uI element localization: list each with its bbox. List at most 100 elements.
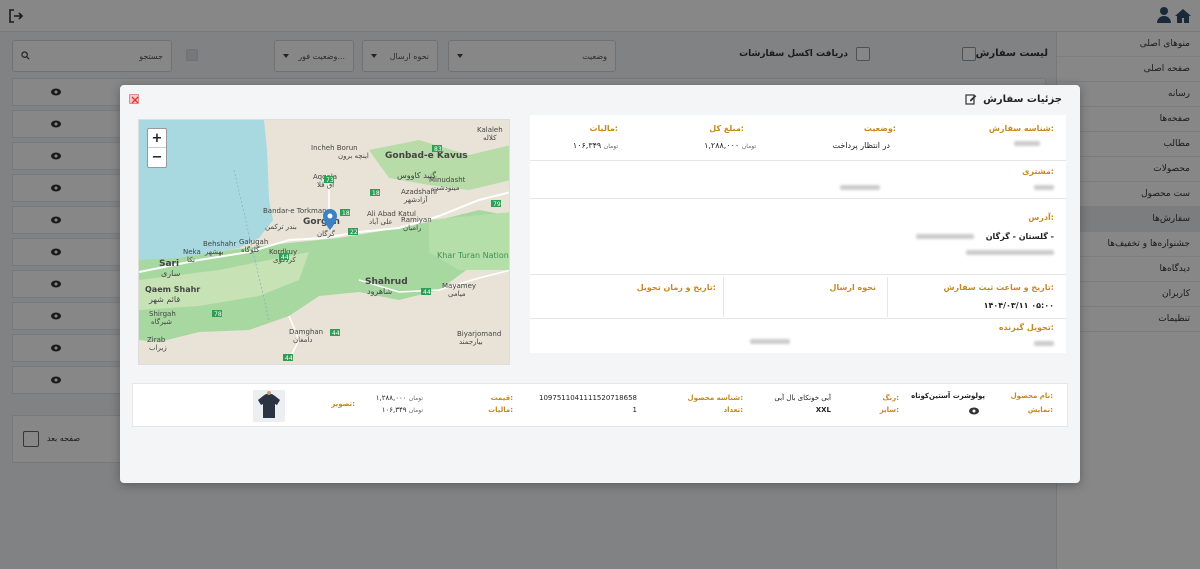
total-label: مبلغ کل: xyxy=(709,124,744,133)
modal-header: جزئیات سفارش xyxy=(965,93,1062,105)
receiver-name xyxy=(750,339,790,344)
receiver-label: تحویل گیرنده: xyxy=(998,323,1054,332)
map-label-shahrud-fa: شاهرود xyxy=(367,287,392,296)
product-name-label: نام محصول: xyxy=(1010,392,1053,400)
order-info-panel: شناسه سفارش: وضعیت: در انتظار پرداخت مبل… xyxy=(530,115,1066,353)
road-shield-label: 18 xyxy=(342,210,350,217)
image-label: تصویر: xyxy=(331,400,355,408)
map-label-shahrud: Shahrud xyxy=(365,277,408,287)
map-label-ali-abad-fa: علی آباد xyxy=(369,217,393,226)
tax-value: ۱۰۶,۳۴۹ تومان xyxy=(573,141,618,150)
map-canvas[interactable]: Incheh Borun اینچه برون Gonbad-e Kavus گ… xyxy=(139,120,510,365)
price-value: ۱,۲۸۸,۰۰۰ تومان xyxy=(376,394,423,402)
map-label-bandar-torkman-fa: بندر ترکمن xyxy=(265,223,297,231)
address-value: گلستان - گرگان - xyxy=(985,232,1054,241)
map-label-zirab: Zirab xyxy=(147,336,166,344)
address-line2 xyxy=(966,250,1054,255)
product-row: نام محصول: پولوشرت آستین‌کوتاه نمایش: رن… xyxy=(132,383,1068,427)
address-detail xyxy=(916,234,974,239)
product-tax-amount: ۱۰۶,۳۴۹ xyxy=(381,406,407,414)
order-datetime-value: ۱۴۰۴/۰۳/۱۱ ۰۵:۰۰ xyxy=(983,301,1054,310)
road-shield-label: 78 xyxy=(214,311,222,318)
edit-icon xyxy=(965,94,977,105)
map-label-incheh-borun-fa: اینچه برون xyxy=(338,152,369,160)
map-label-neka: Neka xyxy=(183,248,201,256)
map-label-gonbad: Gonbad-e Kavus xyxy=(385,151,468,161)
address-section: آدرس: گلستان - گرگان - xyxy=(530,199,1066,275)
map-label-khar-turan: Khar Turan National Park xyxy=(437,251,510,260)
map-label-ramiyan: Ramiyan xyxy=(401,216,432,224)
map-label-shirgah: Shirgah xyxy=(149,310,176,318)
size-label: سایز: xyxy=(879,406,899,414)
map-label-azadshahr: Azadshahr xyxy=(401,188,438,196)
map-label-galugah-fa: گلوگاه xyxy=(241,245,260,254)
order-summary-section: شناسه سفارش: وضعیت: در انتظار پرداخت مبل… xyxy=(530,115,1066,161)
product-thumbnail[interactable] xyxy=(253,390,285,422)
product-name-value: پولوشرت آستین‌کوتاه xyxy=(911,392,985,400)
total-amount: ۱,۲۸۸,۰۰۰ xyxy=(704,141,740,150)
receiver-phone xyxy=(1034,341,1054,346)
display-label: نمایش: xyxy=(1027,406,1053,414)
road-shield-label: 22 xyxy=(350,229,358,236)
road-shield-label: 44 xyxy=(332,330,340,337)
size-value: XXL xyxy=(815,406,831,414)
customer-section: مشتری: xyxy=(530,161,1066,199)
modal-title: جزئیات سفارش xyxy=(983,93,1062,105)
quantity-label: تعداد: xyxy=(723,406,743,414)
road-shield-label: 73 xyxy=(326,177,334,184)
map-label-minudasht: Minudasht xyxy=(429,176,466,184)
road-shield-label: 44 xyxy=(423,289,431,296)
map-label-damghan-fa: دامغان xyxy=(293,336,312,344)
order-datetime-label: تاریخ و ساعت ثبت سفارش: xyxy=(943,283,1054,292)
shipping-method-label: نحوه ارسال xyxy=(829,283,876,292)
map-label-biyarjomand-fa: بیارجمند xyxy=(459,338,483,346)
map-label-galugah: Galugah xyxy=(239,238,268,246)
map-label-neka-fa: نکا xyxy=(187,256,195,264)
price-unit: تومان xyxy=(408,395,423,402)
close-button[interactable] xyxy=(129,94,139,104)
customer-phone xyxy=(1034,185,1054,190)
tax-amount: ۱۰۶,۳۴۹ xyxy=(572,141,602,150)
address-label: آدرس: xyxy=(1028,213,1054,222)
total-value: ۱,۲۸۸,۰۰۰ تومان xyxy=(704,141,756,150)
map-label-damghan: Damghan xyxy=(289,328,323,336)
map-label-shirgah-fa: شیرگاه xyxy=(151,317,172,326)
price-label: قیمت: xyxy=(490,394,513,402)
status-value: در انتظار پرداخت xyxy=(832,141,890,150)
map-label-incheh-borun: Incheh Borun xyxy=(311,144,358,152)
order-details-modal: جزئیات سفارش Incheh Borun اینچه برون Gon… xyxy=(120,85,1080,483)
map-label-sari: Sari xyxy=(159,259,179,269)
customer-name xyxy=(840,185,880,190)
map-label-behshahr: Behshahr xyxy=(203,240,236,248)
map-label-kalaleh-fa: کلاله xyxy=(483,134,497,142)
status-label: وضعیت: xyxy=(863,124,896,133)
eye-icon[interactable] xyxy=(969,407,979,415)
price-amount: ۱,۲۸۸,۰۰۰ xyxy=(375,394,407,402)
map-label-mayamey-fa: میامی xyxy=(448,290,466,298)
tax-unit: تومان xyxy=(603,143,618,150)
road-shield-label: 44 xyxy=(281,254,289,261)
product-id-label: شناسه محصول: xyxy=(687,394,744,402)
divider xyxy=(723,277,724,317)
location-map[interactable]: Incheh Borun اینچه برون Gonbad-e Kavus گ… xyxy=(138,119,510,365)
road-shield-label: 79 xyxy=(493,201,501,208)
delivery-time-label: تاریخ و زمان تحویل: xyxy=(636,283,716,292)
road-shield-label: 44 xyxy=(285,355,293,362)
order-id-value xyxy=(1014,141,1040,146)
map-label-kalaleh: Kalaleh xyxy=(477,126,503,134)
map-label-qaem-shahr: Qaem Shahr xyxy=(145,285,200,294)
quantity-value: 1 xyxy=(632,406,637,414)
map-label-mayamey: Mayamey xyxy=(442,282,476,290)
close-icon xyxy=(131,96,139,104)
map-label-gorgan-fa: گرگان xyxy=(317,229,335,238)
zoom-in-button[interactable]: + xyxy=(148,129,166,148)
zoom-out-button[interactable]: − xyxy=(148,148,166,167)
map-label-azadshahr-fa: آزادشهر xyxy=(403,195,428,204)
map-label-biyarjomand: Biyarjomand xyxy=(457,330,501,338)
map-zoom-controls: + − xyxy=(147,128,167,168)
divider xyxy=(887,277,888,317)
product-tax-label: مالیات: xyxy=(488,406,513,414)
map-label-qaem-shahr-fa: قائم شهر xyxy=(148,295,180,304)
map-label-behshahr-fa: بهشهر xyxy=(204,248,224,256)
road-shield-label: 18 xyxy=(372,190,380,197)
